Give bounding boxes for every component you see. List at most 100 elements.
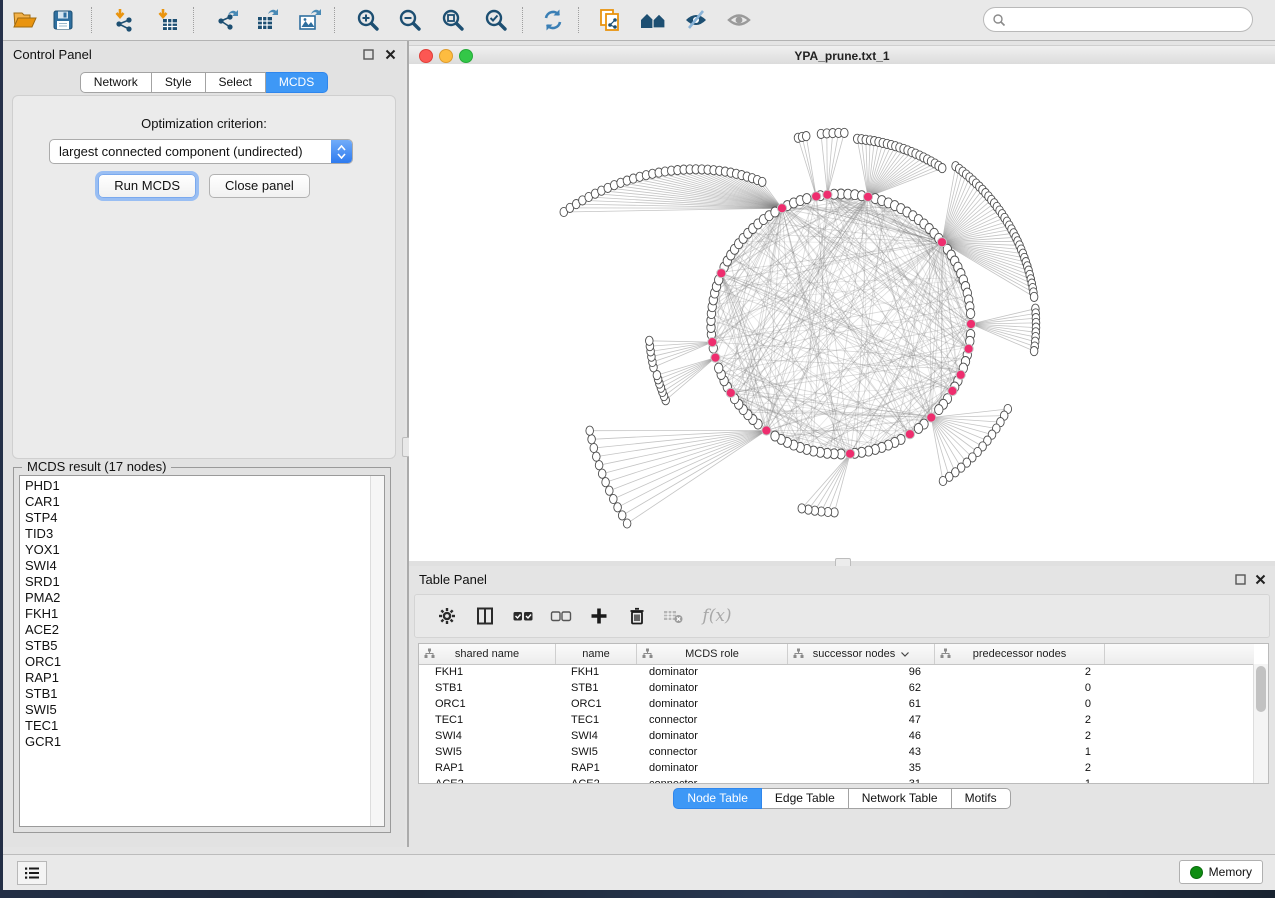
mcds-hub-node[interactable] xyxy=(863,192,872,201)
run-mcds-button[interactable]: Run MCDS xyxy=(98,174,196,198)
mcds-result-item[interactable]: CAR1 xyxy=(25,494,368,510)
task-history-button[interactable] xyxy=(17,861,47,885)
network-graph[interactable] xyxy=(409,64,1275,561)
refresh-view-button[interactable] xyxy=(535,3,571,37)
open-session-button[interactable] xyxy=(7,3,43,37)
table-row[interactable]: ORC1ORC1dominator610 xyxy=(419,696,1254,712)
table-row[interactable]: FKH1FKH1dominator962 xyxy=(419,664,1254,680)
mcds-hub-node[interactable] xyxy=(726,388,735,397)
mcds-result-item[interactable]: SRD1 xyxy=(25,574,368,590)
tab-mcds[interactable]: MCDS xyxy=(266,72,328,93)
zoom-out-button[interactable] xyxy=(392,3,428,37)
table-row[interactable]: TEC1TEC1connector472 xyxy=(419,712,1254,728)
mcds-result-item[interactable]: ORC1 xyxy=(25,654,368,670)
table-row[interactable]: RAP1RAP1dominator352 xyxy=(419,760,1254,776)
mcds-hub-node[interactable] xyxy=(717,269,726,278)
mcds-hub-node[interactable] xyxy=(964,344,973,353)
table-row[interactable]: STB1STB1dominator620 xyxy=(419,680,1254,696)
clone-network-button[interactable] xyxy=(592,3,628,37)
mcds-hub-node[interactable] xyxy=(777,204,786,213)
cell-role: dominator xyxy=(637,696,788,712)
zoom-in-button[interactable] xyxy=(350,3,386,37)
save-session-button[interactable] xyxy=(45,3,81,37)
export-network-button[interactable] xyxy=(210,3,246,37)
column-header-name[interactable]: name xyxy=(556,644,637,664)
mcds-result-item[interactable]: YOX1 xyxy=(25,542,368,558)
mcds-hub-node[interactable] xyxy=(812,192,821,201)
mcds-result-item[interactable]: STB5 xyxy=(25,638,368,654)
network-window-title: YPA_prune.txt_1 xyxy=(409,49,1275,63)
close-panel-button[interactable]: Close panel xyxy=(209,174,310,198)
mcds-hub-node[interactable] xyxy=(948,386,957,395)
tab-node-table[interactable]: Node Table xyxy=(673,788,762,809)
select-all-button[interactable] xyxy=(507,600,539,632)
tab-network[interactable]: Network xyxy=(80,72,152,93)
mcds-result-item[interactable]: ACE2 xyxy=(25,622,368,638)
tab-style[interactable]: Style xyxy=(152,72,206,93)
mcds-hub-node[interactable] xyxy=(846,449,855,458)
mcds-result-item[interactable]: SWI5 xyxy=(25,702,368,718)
table-row[interactable]: SWI4SWI4dominator462 xyxy=(419,728,1254,744)
mcds-hub-node[interactable] xyxy=(905,430,914,439)
table-row[interactable]: SWI5SWI5connector431 xyxy=(419,744,1254,760)
network-canvas[interactable] xyxy=(409,64,1275,561)
mcds-result-item[interactable]: RAP1 xyxy=(25,670,368,686)
mcds-hub-node[interactable] xyxy=(956,370,965,379)
search-input[interactable] xyxy=(1010,12,1252,28)
hide-graphics-details-button[interactable] xyxy=(678,3,714,37)
mcds-result-item[interactable]: TEC1 xyxy=(25,718,368,734)
mcds-hub-node[interactable] xyxy=(711,353,720,362)
equation-fx-button[interactable]: f(x) xyxy=(695,600,739,632)
tab-select[interactable]: Select xyxy=(206,72,266,93)
memory-button[interactable]: Memory xyxy=(1179,860,1263,884)
close-panel-icon[interactable] xyxy=(383,47,397,61)
column-header-shared-name[interactable]: shared name xyxy=(419,644,556,664)
table-scrollbar[interactable] xyxy=(1253,664,1268,783)
float-panel-icon[interactable] xyxy=(361,47,375,61)
mcds-hub-node[interactable] xyxy=(966,319,975,328)
show-columns-button[interactable] xyxy=(469,600,501,632)
show-graphics-details-button[interactable] xyxy=(721,3,757,37)
optimization-criterion-select[interactable]: largest connected component (undirected) xyxy=(49,139,353,164)
tab-edge-table[interactable]: Edge Table xyxy=(762,788,849,809)
zoom-fit-button[interactable] xyxy=(435,3,471,37)
mcds-result-item[interactable]: PMA2 xyxy=(25,590,368,606)
mcds-result-item[interactable]: FKH1 xyxy=(25,606,368,622)
add-row-button[interactable] xyxy=(583,600,615,632)
delete-row-button[interactable] xyxy=(621,600,653,632)
tab-network-table[interactable]: Network Table xyxy=(849,788,952,809)
mcds-result-item[interactable]: STP4 xyxy=(25,510,368,526)
table-row[interactable]: ACE2ACE2connector311 xyxy=(419,776,1254,783)
first-neighbors-button[interactable] xyxy=(635,3,671,37)
tab-motifs[interactable]: Motifs xyxy=(952,788,1011,809)
mcds-hub-node[interactable] xyxy=(708,338,717,347)
mcds-hub-node[interactable] xyxy=(937,238,946,247)
import-table-button[interactable] xyxy=(150,3,186,37)
table-scrollbar-thumb[interactable] xyxy=(1256,666,1266,712)
column-header-label: name xyxy=(582,648,610,660)
export-table-button[interactable] xyxy=(250,3,286,37)
export-image-button[interactable] xyxy=(292,3,328,37)
search-box[interactable] xyxy=(983,7,1253,32)
mcds-hub-node[interactable] xyxy=(927,413,936,422)
float-table-panel-icon[interactable] xyxy=(1233,572,1247,586)
mcds-result-item[interactable]: SWI4 xyxy=(25,558,368,574)
table-settings-button[interactable] xyxy=(431,600,463,632)
import-network-button[interactable] xyxy=(107,3,143,37)
mcds-result-item[interactable]: TID3 xyxy=(25,526,368,542)
network-window-titlebar[interactable]: YPA_prune.txt_1 xyxy=(409,45,1275,65)
zoom-selected-button[interactable] xyxy=(478,3,514,37)
mcds-result-item[interactable]: PHD1 xyxy=(25,478,368,494)
mcds-hub-node[interactable] xyxy=(823,190,832,199)
unselect-all-button[interactable] xyxy=(545,600,577,632)
function-builder-button[interactable] xyxy=(657,600,689,632)
mcds-result-item[interactable]: GCR1 xyxy=(25,734,368,750)
column-header-MCDS-role[interactable]: MCDS role xyxy=(637,644,788,664)
column-header-successor-nodes[interactable]: successor nodes xyxy=(788,644,935,664)
mcds-result-item[interactable]: STB1 xyxy=(25,686,368,702)
mcds-list-scrollbar[interactable] xyxy=(370,476,384,826)
mcds-hub-node[interactable] xyxy=(762,426,771,435)
close-table-panel-icon[interactable] xyxy=(1253,572,1267,586)
column-header-predecessor-nodes[interactable]: predecessor nodes xyxy=(935,644,1105,664)
table-body: FKH1FKH1dominator962STB1STB1dominator620… xyxy=(419,664,1254,783)
